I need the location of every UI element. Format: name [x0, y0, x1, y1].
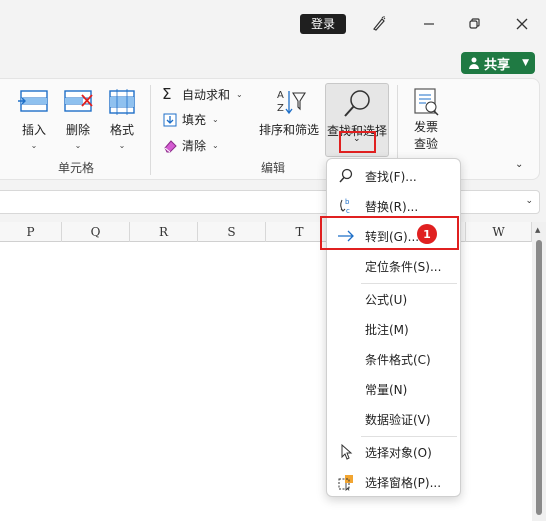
- sort-filter-button[interactable]: A Z 排序和筛选: [259, 87, 319, 138]
- title-bar: 登录: [0, 0, 546, 48]
- menu-item-label: 常量(N): [365, 382, 408, 397]
- menu-item-goto-special[interactable]: 定位条件(S)...: [327, 251, 460, 281]
- menu-item-select-objects[interactable]: 选择对象(O): [327, 437, 460, 467]
- invoice-label-line2: 查验: [413, 137, 438, 151]
- restore-icon[interactable]: [462, 12, 486, 36]
- chevron-down-icon: ⌄: [212, 115, 219, 124]
- menu-item-label: 选择对象(O): [365, 445, 432, 460]
- cursor-icon: [337, 443, 355, 461]
- autosum-button[interactable]: Σ 自动求和 ⌄: [162, 85, 243, 103]
- format-label: 格式: [109, 123, 134, 137]
- menu-item-label: 查找(F)...: [365, 169, 417, 184]
- menu-item-label: 批注(M): [365, 322, 409, 337]
- insert-button[interactable]: 插入 ⌄: [17, 87, 51, 150]
- scroll-up-icon[interactable]: ▲: [535, 226, 540, 234]
- insert-cells-icon: [18, 90, 48, 112]
- sigma-icon: Σ: [162, 85, 172, 103]
- edit-group-label: 编辑: [261, 161, 286, 175]
- column-header[interactable]: S: [198, 222, 266, 242]
- insert-label: 插入: [21, 123, 46, 137]
- format-cells-icon: [109, 89, 135, 115]
- clear-button[interactable]: 清除 ⌄: [162, 137, 219, 154]
- vertical-scrollbar[interactable]: ▲: [532, 222, 546, 521]
- column-header[interactable]: W: [466, 222, 532, 242]
- delete-cells-icon: [64, 90, 93, 112]
- svg-text:b: b: [345, 198, 350, 206]
- menu-item-label: 定位条件(S)...: [365, 259, 442, 274]
- menu-item-selection-pane[interactable]: 选择窗格(P)...: [327, 467, 460, 497]
- fill-button[interactable]: 填充 ⌄: [162, 111, 219, 128]
- chevron-down-icon: ⌄: [212, 141, 219, 150]
- menu-item-data-validation[interactable]: 数据验证(V): [327, 404, 460, 434]
- menu-item-label: 选择窗格(P)...: [365, 475, 442, 490]
- goto-highlight: [320, 216, 459, 250]
- chevron-down-icon: ⌄: [30, 141, 38, 150]
- selection-pane-icon: [337, 473, 355, 491]
- menu-item-formulas[interactable]: 公式(U): [327, 284, 460, 314]
- cells-group-label: 单元格: [58, 161, 95, 175]
- invoice-check-button[interactable]: 发票 查验: [410, 87, 442, 152]
- menu-item-label: 公式(U): [365, 292, 408, 307]
- share-label: 共享: [484, 57, 511, 73]
- group-divider: [150, 85, 151, 175]
- find-select-menu: 查找(F)... bc 替换(R)... 转到(G)... 定位条件(S)...…: [326, 158, 461, 497]
- svg-text:A: A: [277, 90, 284, 101]
- autosum-label: 自动求和: [182, 87, 231, 102]
- menu-item-constants[interactable]: 常量(N): [327, 374, 460, 404]
- find-dropdown-highlight[interactable]: ⌄: [339, 131, 376, 153]
- minimize-icon[interactable]: [417, 12, 441, 36]
- menu-item-comments[interactable]: 批注(M): [327, 314, 460, 344]
- share-icon: [469, 57, 479, 69]
- expand-formula-bar-icon[interactable]: ⌄: [525, 196, 533, 206]
- format-button[interactable]: 格式 ⌄: [105, 87, 139, 150]
- chevron-down-icon: ⌄: [74, 141, 82, 150]
- eraser-icon: [164, 139, 177, 152]
- share-button[interactable]: 共享 ▼: [461, 52, 535, 74]
- column-header[interactable]: P: [0, 222, 62, 242]
- invoice-icon: [414, 88, 439, 116]
- delete-button[interactable]: 删除 ⌄: [61, 87, 95, 150]
- login-button[interactable]: 登录: [300, 14, 346, 34]
- menu-item-find[interactable]: 查找(F)...: [327, 161, 460, 191]
- invoice-label-line1: 发票: [413, 120, 438, 134]
- column-header[interactable]: R: [130, 222, 198, 242]
- svg-text:c: c: [346, 207, 350, 215]
- delete-label: 删除: [65, 123, 90, 137]
- sort-filter-label: 排序和筛选: [259, 123, 320, 137]
- replace-icon: bc: [337, 197, 355, 215]
- fill-down-icon: [163, 113, 177, 126]
- fill-label: 填充: [182, 113, 207, 127]
- collapse-ribbon-icon[interactable]: ⌄: [515, 159, 523, 170]
- chevron-down-icon: ⌄: [236, 89, 243, 99]
- clear-label: 清除: [182, 139, 207, 153]
- sort-filter-icon: A Z: [277, 90, 306, 115]
- menu-item-label: 替换(R)...: [365, 199, 419, 214]
- menu-item-conditional-formatting[interactable]: 条件格式(C): [327, 344, 460, 374]
- chevron-down-icon[interactable]: ▼: [522, 58, 529, 68]
- chevron-down-icon: ⌄: [353, 134, 361, 144]
- magnifier-icon: [344, 90, 370, 117]
- scroll-thumb[interactable]: [536, 240, 542, 515]
- chevron-down-icon: ⌄: [118, 141, 126, 150]
- column-header[interactable]: Q: [62, 222, 130, 242]
- menu-item-label: 数据验证(V): [365, 412, 431, 427]
- svg-text:Z: Z: [277, 103, 284, 114]
- excel-window: 登录 共享 ▼ 插入 ⌄ 删除 ⌄ 格式 ⌄ 单元格 Σ 自动求和 ⌄ 填充 ⌄…: [0, 0, 546, 521]
- search-icon: [337, 167, 355, 185]
- menu-item-label: 条件格式(C): [365, 352, 431, 367]
- step-badge: 1: [417, 224, 437, 244]
- pen-icon[interactable]: [367, 12, 391, 36]
- close-icon[interactable]: [510, 12, 534, 36]
